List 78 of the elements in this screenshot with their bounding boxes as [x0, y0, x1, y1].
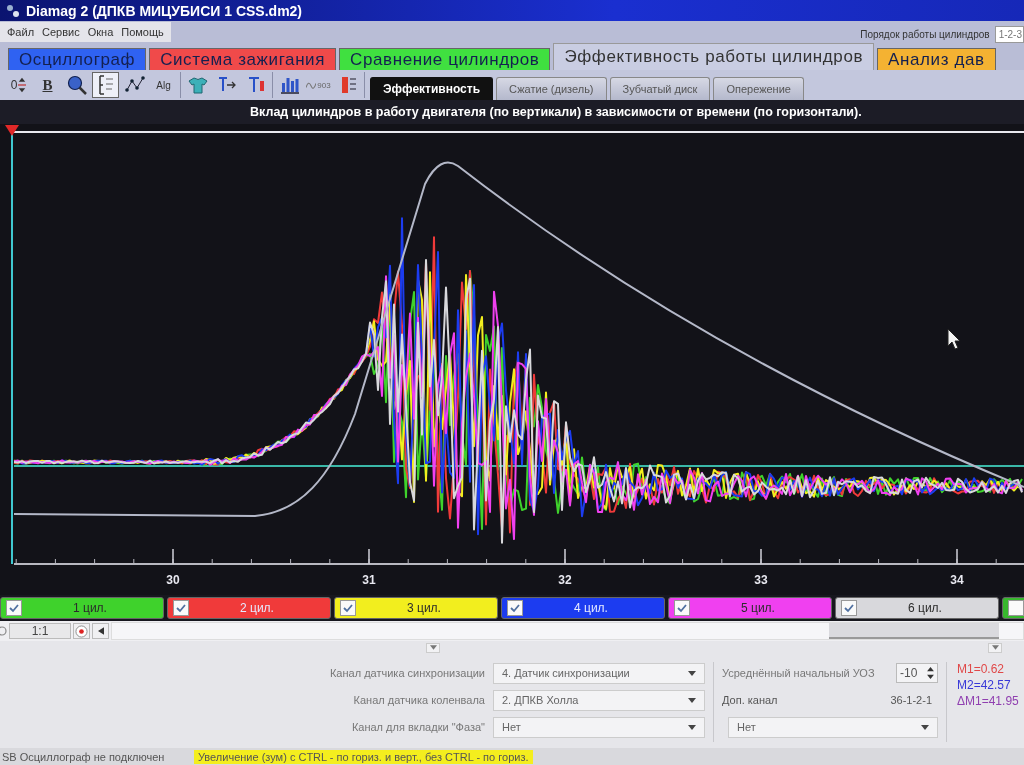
- axis-tick-label: 34: [950, 573, 964, 587]
- caret-icon: [688, 724, 696, 730]
- axis-tick-label: 33: [754, 573, 768, 587]
- field-label: Доп. канал: [722, 694, 778, 706]
- scatter-plot-icon: [124, 75, 145, 95]
- axis-tick-label: 30: [166, 573, 180, 587]
- toolbar-button[interactable]: Alg: [150, 72, 177, 98]
- cylinder-toggle[interactable]: 1 цил.: [0, 597, 164, 619]
- sub-tab[interactable]: Опережение: [713, 77, 804, 100]
- bar-chart-icon: [279, 75, 300, 95]
- sub-tab[interactable]: Эффективность: [370, 77, 494, 100]
- caret-icon: [688, 697, 696, 703]
- sub-tab[interactable]: Зубчатый диск: [609, 77, 711, 100]
- tab[interactable]: Эффективность работы цилиндров: [553, 43, 875, 70]
- menu-item[interactable]: Файл: [4, 26, 38, 38]
- checkbox[interactable]: [1008, 600, 1024, 616]
- cylinder-toggle[interactable]: 3 цил.: [334, 597, 498, 619]
- cylinder-toggle[interactable]: 6 цил.: [835, 597, 999, 619]
- tab[interactable]: Система зажигания: [149, 48, 337, 70]
- checkbox[interactable]: [340, 600, 356, 616]
- collapse-button[interactable]: [988, 642, 1002, 653]
- cursor-icon: [947, 328, 961, 350]
- scroll-left-button[interactable]: [92, 623, 109, 639]
- menu-item[interactable]: Окна: [84, 26, 117, 38]
- dropdown[interactable]: 2. ДПКВ Холла: [493, 689, 705, 711]
- marker-reading: M2=42.57: [957, 678, 1012, 692]
- field-label: Канал для вкладки "Фаза": [351, 721, 485, 733]
- target-icon: [75, 624, 88, 638]
- menu-item[interactable]: Сервис: [39, 26, 83, 38]
- channel-pattern: 36-1-2-1: [890, 694, 932, 706]
- marker-reading: ΔM1=41.95: [957, 694, 1019, 708]
- cylinder-toggle[interactable]: 4 цил.: [501, 597, 665, 619]
- toolbar-button[interactable]: B: [34, 72, 61, 98]
- caret-icon: [991, 645, 999, 650]
- arrows-icon: [18, 77, 27, 93]
- checkbox[interactable]: [507, 600, 523, 616]
- sub-tab[interactable]: Сжатие (дизель): [496, 77, 607, 100]
- field-label: Порядок работы цилиндров: [860, 29, 990, 40]
- spin-arrows-icon: [927, 667, 934, 679]
- target-button[interactable]: [73, 623, 90, 639]
- toolbar-button[interactable]: [92, 72, 119, 98]
- wave-icon: [306, 80, 317, 90]
- menu-item[interactable]: Помощь: [118, 26, 167, 38]
- dropdown[interactable]: 4. Датчик синхронизации: [493, 662, 705, 684]
- checkbox[interactable]: [173, 600, 189, 616]
- toolbar-button[interactable]: 903: [305, 72, 332, 98]
- field-label: Усреднённый начальный УОЗ: [722, 667, 875, 679]
- field-label: Канал датчика синхронизации: [329, 667, 485, 679]
- tab[interactable]: Анализ дав: [877, 48, 996, 70]
- axis-tick-label: 31: [362, 573, 376, 587]
- status-text: SB Осциллограф не подключен: [1, 750, 166, 763]
- magnifier-icon: [66, 75, 87, 95]
- firing-order-field[interactable]: 1-2-3: [994, 26, 1024, 43]
- ring-icon: [0, 626, 7, 636]
- hint-text: Увеличение (зум) с CTRL - по гориз. и верт., без CTRL - по гориз.: [194, 749, 533, 764]
- checkbox[interactable]: [6, 600, 22, 616]
- chart-title: Вклад цилиндров в работу двигателя (по вертикали) в зависимости от времени (по горизонтали).: [250, 105, 862, 119]
- caret-icon: [688, 670, 696, 676]
- dropdown[interactable]: Нет: [728, 716, 938, 738]
- caret-icon: [921, 724, 929, 730]
- window-title: Diamag 2 (ДПКВ МИЦУБИСИ 1 CSS.dm2): [26, 2, 303, 19]
- marker-reading: M1=0.62: [957, 662, 1006, 676]
- tab[interactable]: Сравнение цилиндров: [339, 48, 551, 70]
- axis-tick-label: 32: [558, 573, 572, 587]
- app-icon: [6, 3, 20, 18]
- caret-icon: [429, 645, 437, 650]
- cylinder-toggle[interactable]: 5 цил.: [668, 597, 832, 619]
- field-label: Канал датчика коленвала: [353, 694, 485, 706]
- checkbox[interactable]: [841, 600, 857, 616]
- toolbar-button[interactable]: 0: [5, 72, 32, 98]
- caret-left-icon: [97, 627, 104, 635]
- scrollbar-thumb[interactable]: [829, 623, 999, 639]
- collapse-button[interactable]: [426, 642, 440, 653]
- shirt-icon: [187, 75, 208, 95]
- checkbox[interactable]: [674, 600, 690, 616]
- spin-box[interactable]: -10: [896, 663, 938, 683]
- zoom-field[interactable]: 1:1: [9, 623, 71, 639]
- dropdown[interactable]: Нет: [493, 716, 705, 738]
